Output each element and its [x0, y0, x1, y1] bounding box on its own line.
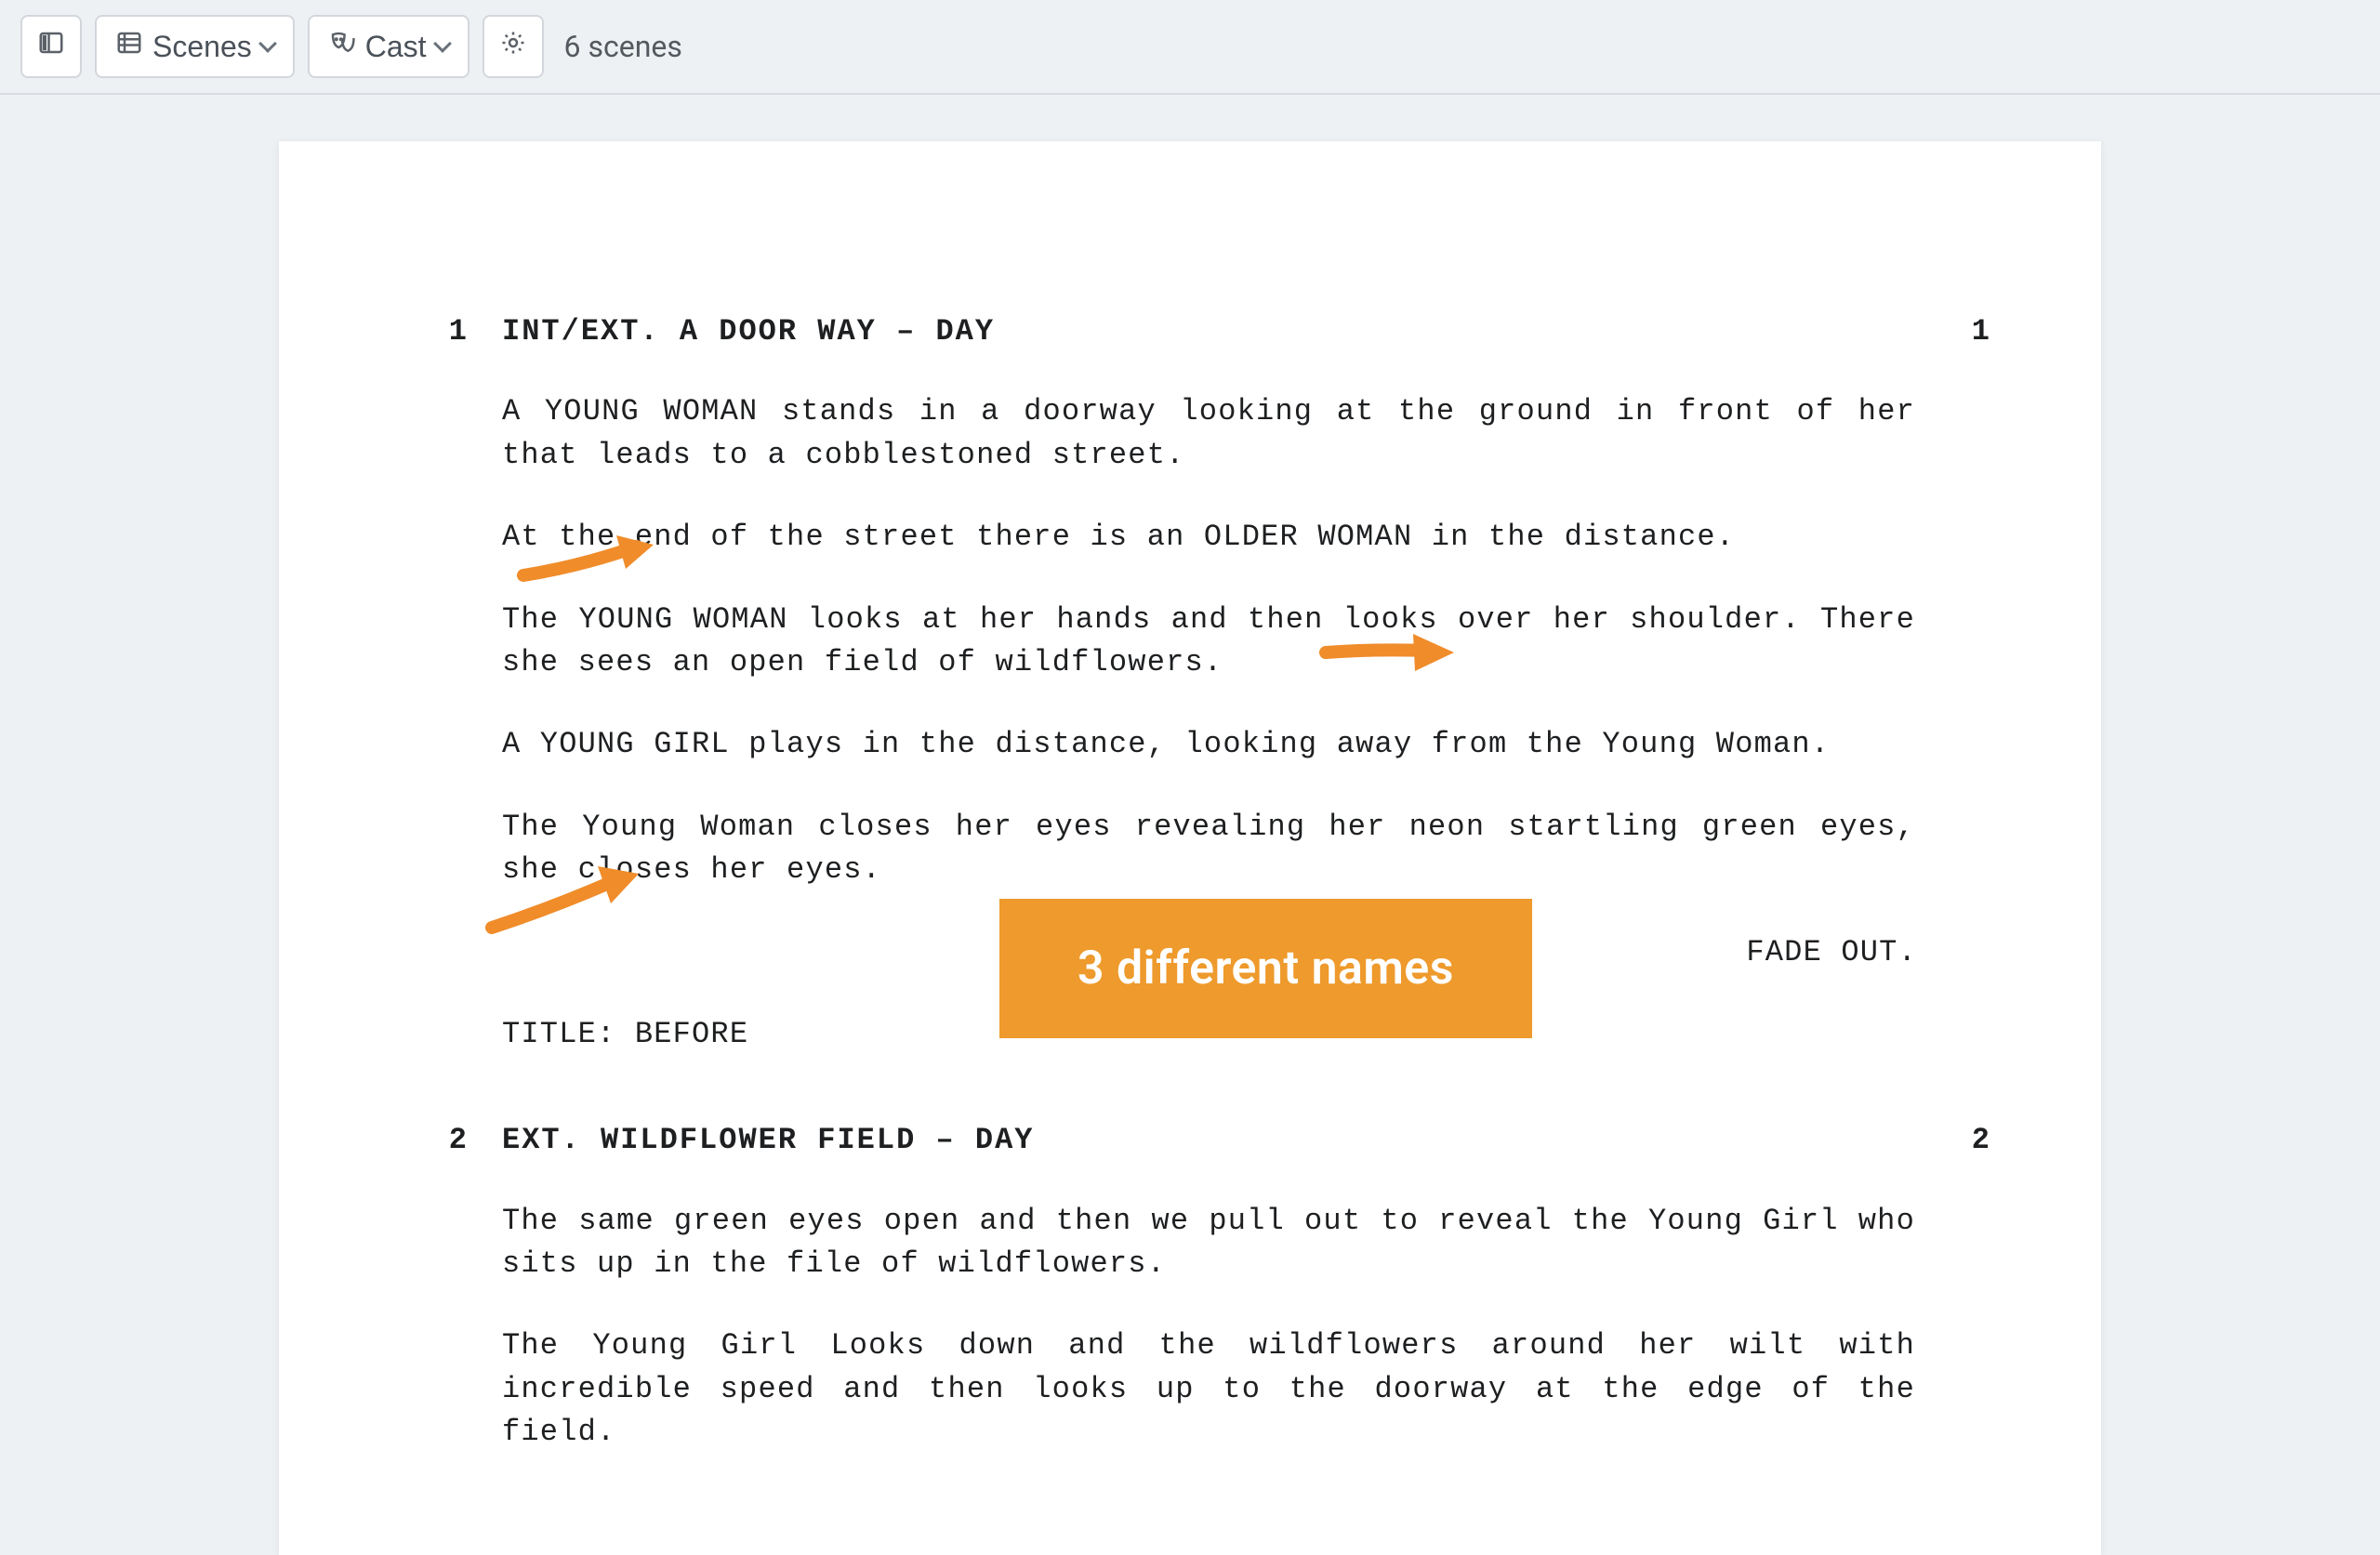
- panel-icon: [37, 29, 65, 64]
- scene-number-right: 1: [1915, 310, 1990, 353]
- arrow-annotation: [516, 524, 665, 589]
- settings-button[interactable]: [483, 15, 544, 78]
- chevron-down-icon: [433, 34, 452, 53]
- scene-heading-row: 2 EXT. WILDFLOWER FIELD – DAY 2: [390, 1119, 1990, 1162]
- cast-masks-icon: [328, 29, 356, 64]
- callout-box: 3 different names: [999, 899, 1532, 1038]
- gear-icon: [499, 29, 527, 64]
- scene-count: 6 scenes: [564, 29, 682, 64]
- panel-toggle-button[interactable]: [20, 15, 82, 78]
- arrow-annotation: [1318, 626, 1458, 684]
- scene-heading[interactable]: EXT. WILDFLOWER FIELD – DAY: [502, 1119, 1915, 1162]
- cast-label: Cast: [365, 30, 427, 64]
- action-text[interactable]: A YOUNG GIRL plays in the distance, look…: [502, 723, 1915, 766]
- cast-dropdown[interactable]: Cast: [308, 15, 469, 78]
- action-text[interactable]: The YOUNG WOMAN looks at her hands and t…: [502, 599, 1915, 685]
- scene-number-left: 2: [390, 1119, 502, 1162]
- action-text[interactable]: At the end of the street there is an OLD…: [502, 516, 1915, 559]
- document-area: 1 INT/EXT. A DOOR WAY – DAY 1 A YOUNG WO…: [0, 95, 2380, 1555]
- scenes-label: Scenes: [152, 30, 252, 64]
- scene-heading-row: 1 INT/EXT. A DOOR WAY – DAY 1: [390, 310, 1990, 353]
- toolbar: Scenes Cast 6 scenes: [0, 0, 2380, 95]
- script-page: 1 INT/EXT. A DOOR WAY – DAY 1 A YOUNG WO…: [279, 141, 2101, 1555]
- scenes-list-icon: [115, 29, 143, 64]
- action-text[interactable]: The Young Woman closes her eyes revealin…: [502, 806, 1915, 892]
- scene-heading[interactable]: INT/EXT. A DOOR WAY – DAY: [502, 310, 1915, 353]
- scene-block: 2 EXT. WILDFLOWER FIELD – DAY 2 The same…: [390, 1119, 1990, 1454]
- arrow-annotation: [483, 855, 650, 939]
- scenes-dropdown[interactable]: Scenes: [95, 15, 295, 78]
- callout-label: 3 different names: [1078, 942, 1454, 995]
- action-text[interactable]: A YOUNG WOMAN stands in a doorway lookin…: [502, 390, 1915, 477]
- chevron-down-icon: [258, 34, 277, 53]
- action-text[interactable]: The same green eyes open and then we pul…: [502, 1200, 1915, 1286]
- scene-number-left: 1: [390, 310, 502, 353]
- scene-number-right: 2: [1915, 1119, 1990, 1162]
- action-text[interactable]: The Young Girl Looks down and the wildfl…: [502, 1324, 1915, 1454]
